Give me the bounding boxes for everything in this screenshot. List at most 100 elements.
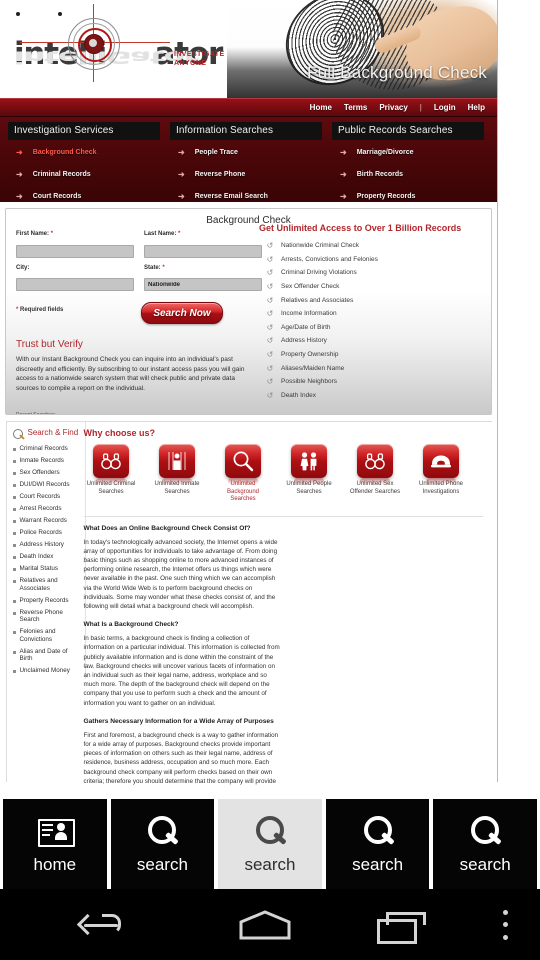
article-body-1: In today's technologically advanced soci… [83, 538, 278, 610]
article-heading-2: What Is a Background Check? [83, 621, 179, 629]
first-name-label: First Name: * [16, 231, 134, 237]
offers-list: Get Unlimited Access to Over 1 Billion R… [259, 223, 484, 402]
feature-unlimited-people-searches[interactable]: Unlimited People Searches [282, 444, 337, 504]
dock-item-search-2[interactable]: search [218, 799, 322, 889]
refresh-arrow-icon: ↺ [266, 377, 274, 387]
background-check-form: First Name: * Last Name: * City: State: … [16, 231, 262, 313]
nav-item-background-check[interactable]: ➜ Background Check [8, 143, 160, 162]
offer-label: Income Information [281, 310, 337, 318]
sidebar-item-label: Inmate Records [19, 457, 64, 464]
sidebar-item-arrest-records[interactable]: Arrest Records [12, 505, 81, 513]
site-logo[interactable]: intelliGGator intelliGator INVESTIGATE A… [14, 4, 244, 82]
last-name-input[interactable] [144, 244, 262, 258]
offer-label: Possible Neighbors [281, 378, 338, 386]
dock-item-search-1[interactable]: search [110, 799, 215, 889]
sidebar-item-reverse-phone-search[interactable]: Reverse Phone Search [12, 608, 81, 624]
nav-item-label: Reverse Email Search [194, 193, 268, 200]
city-input[interactable] [16, 278, 134, 291]
arrow-icon: ➜ [16, 169, 23, 179]
list-item: ↺ Sex Offender Check [259, 280, 484, 294]
sidebar-item-marital-status[interactable]: Marital Status [12, 565, 81, 573]
bullet-icon [12, 568, 16, 571]
offer-label: Age/Date of Birth [281, 323, 331, 331]
list-item: ↺ Address History [259, 334, 484, 348]
nav-link-help[interactable]: Help [468, 103, 485, 112]
dock-item-home[interactable]: home [3, 799, 107, 889]
nav-column-heading: Public Records Searches [332, 122, 484, 140]
feature-unlimited-background-searches[interactable]: Unlimited Background Searches [216, 444, 271, 504]
nav-item-label: Property Records [356, 193, 416, 200]
browser-viewport: Full Background Check intelliGGator inte… [0, 0, 540, 795]
sidebar-item-court-records[interactable]: Court Records [12, 493, 81, 501]
state-label-text: State: [144, 264, 161, 271]
feature-unlimited-sex-offender-searches[interactable]: Unlimited Sex Offender Searches [348, 444, 403, 504]
first-name-input[interactable] [16, 244, 134, 258]
nav-column-heading: Information Searches [170, 122, 322, 140]
sidebar-item-warrant-records[interactable]: Warrant Records [12, 517, 81, 525]
bullet-icon [12, 520, 16, 523]
dock-item-search-4[interactable]: search [433, 799, 537, 889]
sidebar-item-dui-dwi-records[interactable]: DUI/DWI Records [12, 481, 81, 489]
list-item: ↺ Criminal Driving Violations [259, 266, 484, 280]
trust-body: With our Instant Background Check you ca… [16, 356, 245, 392]
home-icon [239, 909, 291, 940]
sidebar-item-unclaimed-money[interactable]: Unclaimed Money [12, 667, 81, 675]
system-menu-button[interactable] [470, 889, 540, 960]
feature-unlimited-criminal-searches[interactable]: Unlimited Criminal Searches [84, 444, 139, 504]
sidebar-heading-text: Search & Find [27, 428, 79, 437]
bullet-icon [12, 631, 16, 634]
sidebar-item-inmate-records[interactable]: Inmate Records [12, 457, 81, 465]
system-back-button[interactable] [0, 889, 200, 960]
list-item: ↺ Income Information [259, 307, 484, 321]
dock-item-label: search [352, 854, 404, 874]
sidebar-item-label: Reverse Phone Search [19, 608, 63, 624]
bullet-icon [12, 448, 16, 451]
offer-label: Death Index [281, 391, 317, 399]
nav-link-home[interactable]: Home [310, 103, 332, 112]
feature-unlimited-phone-investigations[interactable]: Unlimited Phone Investigations [414, 444, 469, 504]
nav-item-reverse-email-search[interactable]: ➜ Reverse Email Search [170, 187, 322, 206]
state-select[interactable] [144, 278, 262, 291]
nav-item-court-records[interactable]: ➜ Court Records [8, 187, 160, 206]
offer-label: Aliases/Maiden Name [281, 364, 345, 372]
required-fields-text: Required fields [20, 307, 64, 313]
nav-item-birth-records[interactable]: ➜ Birth Records [332, 165, 484, 184]
nav-link-terms[interactable]: Terms [344, 103, 367, 112]
nav-item-people-trace[interactable]: ➜ People Trace [170, 143, 322, 162]
header-banner-image [227, 0, 497, 98]
system-home-button[interactable] [200, 889, 330, 960]
dock-item-search-3[interactable]: search [325, 799, 430, 889]
system-recents-button[interactable] [330, 889, 470, 960]
sidebar-item-felonies-and-convictions[interactable]: Felonies and Convictions [12, 628, 81, 643]
feature-unlimited-inmate-searches[interactable]: Unlimited Inmate Searches [150, 444, 205, 504]
state-label: State: * [144, 265, 262, 271]
sidebar-item-sex-offenders[interactable]: Sex Offenders [12, 469, 81, 477]
nav-link-privacy[interactable]: Privacy [379, 103, 407, 112]
last-name-label-text: Last Name: [144, 231, 177, 237]
back-icon [76, 912, 122, 938]
search-now-button[interactable]: Search Now [141, 302, 223, 324]
sidebar-item-address-history[interactable]: Address History [12, 541, 81, 549]
sidebar-item-death-index[interactable]: Death Index [12, 553, 81, 561]
sidebar-item-criminal-records[interactable]: Criminal Records [12, 445, 81, 453]
nav-item-property-records[interactable]: ➜ Property Records [332, 187, 484, 206]
arrow-icon: ➜ [340, 191, 347, 201]
sidebar-item-relatives-and-associates[interactable]: Relatives and Associates [12, 577, 81, 592]
nav-item-criminal-records[interactable]: ➜ Criminal Records [8, 165, 160, 184]
sidebar-item-label: Warrant Records [19, 517, 67, 524]
nav-item-marriage-divorce[interactable]: ➜ Marriage/Divorce [332, 143, 484, 162]
sidebar-item-police-records[interactable]: Police Records [12, 529, 81, 537]
sidebar-item-alias-and-date-of-birth[interactable]: Alias and Date of Birth [12, 648, 81, 663]
sidebar-item-label: Police Records [19, 529, 62, 536]
required-asterisk: * [50, 231, 54, 237]
overflow-menu-icon [501, 909, 509, 940]
arrow-icon: ➜ [340, 147, 347, 157]
nav-item-label: Marriage/Divorce [356, 149, 414, 156]
handcuffs-icon [93, 444, 129, 485]
banner-title: Full Background Check [307, 63, 487, 82]
contact-card-icon [36, 814, 75, 850]
nav-item-reverse-phone[interactable]: ➜ Reverse Phone [170, 165, 322, 184]
list-item: ↺ Relatives and Associates [259, 293, 484, 307]
nav-link-login[interactable]: Login [434, 103, 456, 112]
sidebar-item-property-records[interactable]: Property Records [12, 597, 81, 605]
